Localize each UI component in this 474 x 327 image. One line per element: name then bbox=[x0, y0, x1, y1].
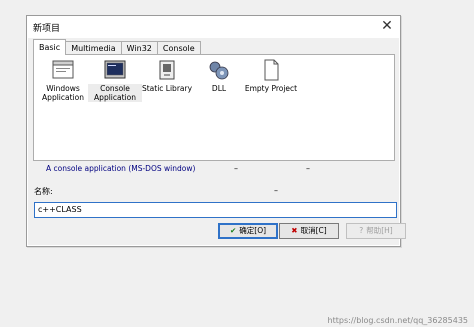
tab-strip: Basic Multimedia Win32 Console bbox=[33, 39, 201, 55]
cancel-button[interactable]: ✖ 取消[C] bbox=[279, 223, 339, 239]
dialog-body: Basic Multimedia Win32 Console Windows A… bbox=[28, 38, 406, 245]
dll-icon bbox=[207, 58, 231, 82]
name-label: 名称: bbox=[34, 187, 53, 196]
project-item-dll[interactable]: DLL bbox=[192, 58, 246, 93]
static-library-icon bbox=[155, 58, 179, 82]
tab-multimedia[interactable]: Multimedia bbox=[65, 41, 122, 55]
project-type-pane: Windows Application Console Application bbox=[33, 54, 395, 161]
window-app-icon bbox=[51, 58, 75, 82]
cancel-x-icon: ✖ bbox=[291, 226, 298, 235]
placeholder-dash: – bbox=[306, 164, 310, 173]
project-name-input[interactable]: c++CLASS bbox=[34, 202, 397, 218]
placeholder-dash: – bbox=[274, 186, 278, 195]
close-icon[interactable]: ✕ bbox=[380, 18, 394, 34]
project-item-static-library[interactable]: Static Library bbox=[140, 58, 194, 93]
project-item-empty-project[interactable]: Empty Project bbox=[244, 58, 298, 93]
project-item-label: DLL bbox=[211, 84, 227, 93]
check-icon: ✔ bbox=[229, 226, 237, 235]
project-item-label: Empty Project bbox=[244, 84, 298, 93]
watermark: https://blog.csdn.net/qq_36285435 bbox=[327, 316, 468, 325]
console-app-icon bbox=[103, 58, 127, 82]
project-item-windows-application[interactable]: Windows Application bbox=[36, 58, 90, 102]
help-icon: ? bbox=[359, 226, 364, 235]
new-project-dialog: 新项目 ✕ Basic Multimedia Win32 Console Win… bbox=[26, 15, 406, 247]
dialog-title: 新项目 bbox=[33, 24, 61, 34]
title-bar: 新项目 ✕ bbox=[27, 16, 400, 38]
project-item-label: Console Application bbox=[88, 84, 142, 102]
empty-project-icon bbox=[259, 58, 283, 82]
project-item-label: Static Library bbox=[141, 84, 193, 93]
help-button: ? 帮助[H] bbox=[346, 223, 406, 239]
tab-basic[interactable]: Basic bbox=[33, 39, 67, 55]
project-item-console-application[interactable]: Console Application bbox=[88, 58, 142, 102]
tab-console[interactable]: Console bbox=[156, 41, 201, 55]
project-description: A console application (MS-DOS window) bbox=[46, 164, 196, 173]
tab-win32[interactable]: Win32 bbox=[120, 41, 158, 55]
project-item-label: Windows Application bbox=[42, 84, 84, 102]
placeholder-dash: – bbox=[234, 164, 238, 173]
ok-button[interactable]: ✔ 确定[O] bbox=[218, 223, 278, 239]
